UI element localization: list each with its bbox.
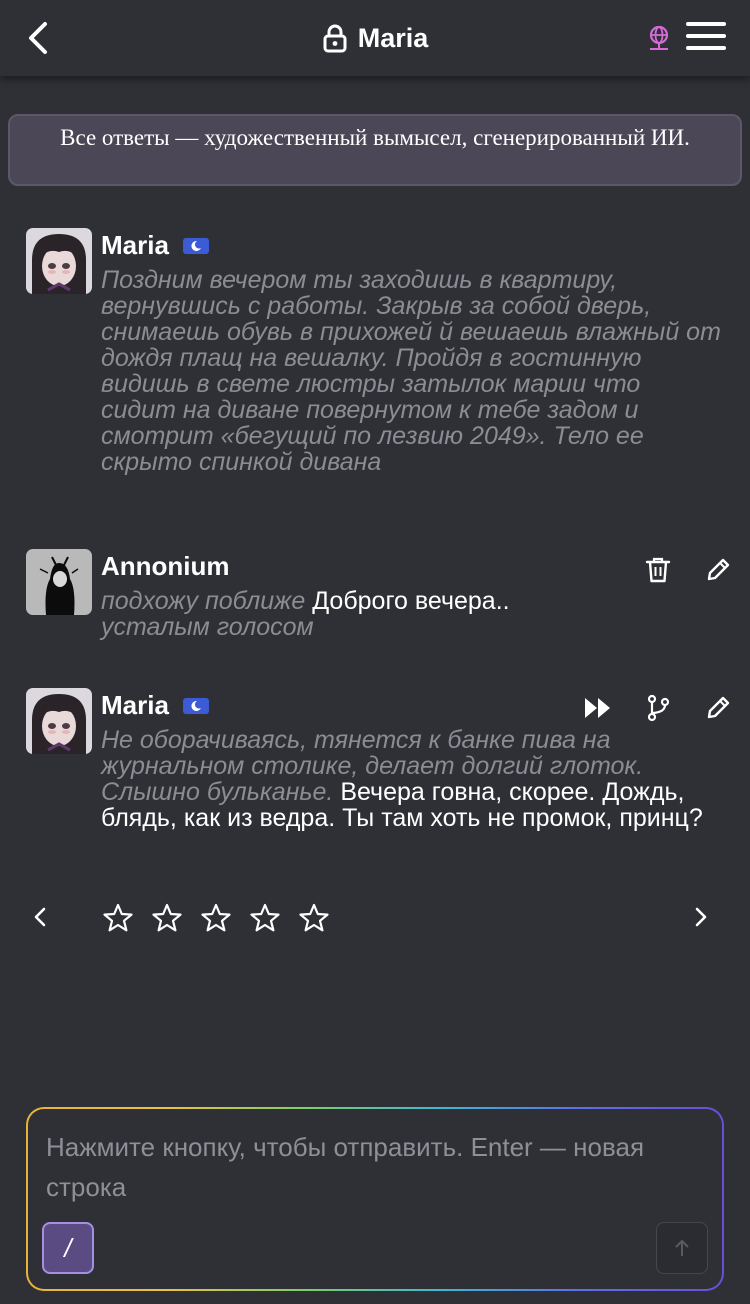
avatar-maria[interactable] bbox=[26, 688, 92, 754]
message-body: Не оборачиваясь, тянется к банке пива на… bbox=[101, 727, 721, 831]
speech-text: Доброго вечера.. bbox=[312, 587, 510, 615]
arrow-up-icon bbox=[675, 1239, 689, 1256]
message-input[interactable]: Нажмите кнопку, чтобы отправить. Enter —… bbox=[46, 1127, 686, 1207]
lock-icon bbox=[323, 24, 347, 53]
send-button[interactable] bbox=[656, 1222, 708, 1274]
avatar-maria[interactable] bbox=[26, 228, 92, 294]
character-badge bbox=[182, 237, 209, 254]
menu-button[interactable] bbox=[686, 22, 726, 54]
hamburger-menu-icon bbox=[686, 22, 726, 50]
chevron-right-icon bbox=[695, 907, 707, 927]
pencil-icon bbox=[707, 696, 730, 719]
page-title: Maria bbox=[357, 22, 429, 53]
action-text: усталым голосом bbox=[101, 613, 314, 641]
sender-name: Maria bbox=[101, 230, 169, 260]
message-header: Annonium bbox=[101, 551, 230, 582]
message-composer: Нажмите кнопку, чтобы отправить. Enter —… bbox=[26, 1107, 724, 1291]
trash-icon bbox=[645, 557, 671, 583]
branch-icon bbox=[647, 694, 670, 722]
commands-button[interactable]: / bbox=[42, 1222, 94, 1274]
action-text: подхожу поближе bbox=[101, 587, 306, 615]
avatar-image bbox=[26, 549, 92, 615]
next-swipe-button[interactable] bbox=[689, 903, 713, 931]
message-body: подхожу поближе Доброго вечера.. усталым… bbox=[101, 588, 721, 640]
chevron-left-icon bbox=[34, 907, 46, 927]
previous-swipe-button[interactable] bbox=[28, 903, 52, 931]
star-icon[interactable] bbox=[250, 903, 280, 933]
ai-disclaimer-banner: Все ответы — художественный вымысел, сге… bbox=[8, 114, 742, 186]
avatar-image bbox=[26, 688, 92, 754]
chat-title: Maria bbox=[0, 18, 750, 58]
fast-forward-icon bbox=[585, 698, 610, 718]
star-icon[interactable] bbox=[103, 903, 133, 933]
moon-icon bbox=[191, 700, 201, 711]
avatar-image bbox=[26, 228, 92, 294]
star-icon[interactable] bbox=[152, 903, 182, 933]
continue-button[interactable] bbox=[582, 692, 614, 724]
star-icon[interactable] bbox=[201, 903, 231, 933]
moon-icon bbox=[191, 240, 201, 251]
pencil-icon bbox=[707, 558, 730, 581]
edit-button[interactable] bbox=[702, 692, 734, 724]
globe-icon bbox=[649, 25, 669, 50]
edit-button[interactable] bbox=[702, 554, 734, 586]
sender-name: Annonium bbox=[101, 551, 230, 581]
star-icon[interactable] bbox=[299, 903, 329, 933]
action-text: Поздним вечером ты заходишь в квартиру, … bbox=[101, 266, 721, 476]
message-header: Maria bbox=[101, 230, 209, 261]
composer-body: Нажмите кнопку, чтобы отправить. Enter —… bbox=[28, 1109, 722, 1289]
message-header: Maria bbox=[101, 690, 209, 721]
branch-button[interactable] bbox=[642, 692, 674, 724]
delete-button[interactable] bbox=[642, 554, 674, 586]
character-badge bbox=[182, 697, 209, 714]
sender-name: Maria bbox=[101, 690, 169, 720]
language-button[interactable] bbox=[645, 24, 673, 52]
avatar-annonium[interactable] bbox=[26, 549, 92, 615]
top-bar: Maria bbox=[0, 0, 750, 76]
message-body: Поздним вечером ты заходишь в квартиру, … bbox=[101, 267, 721, 475]
